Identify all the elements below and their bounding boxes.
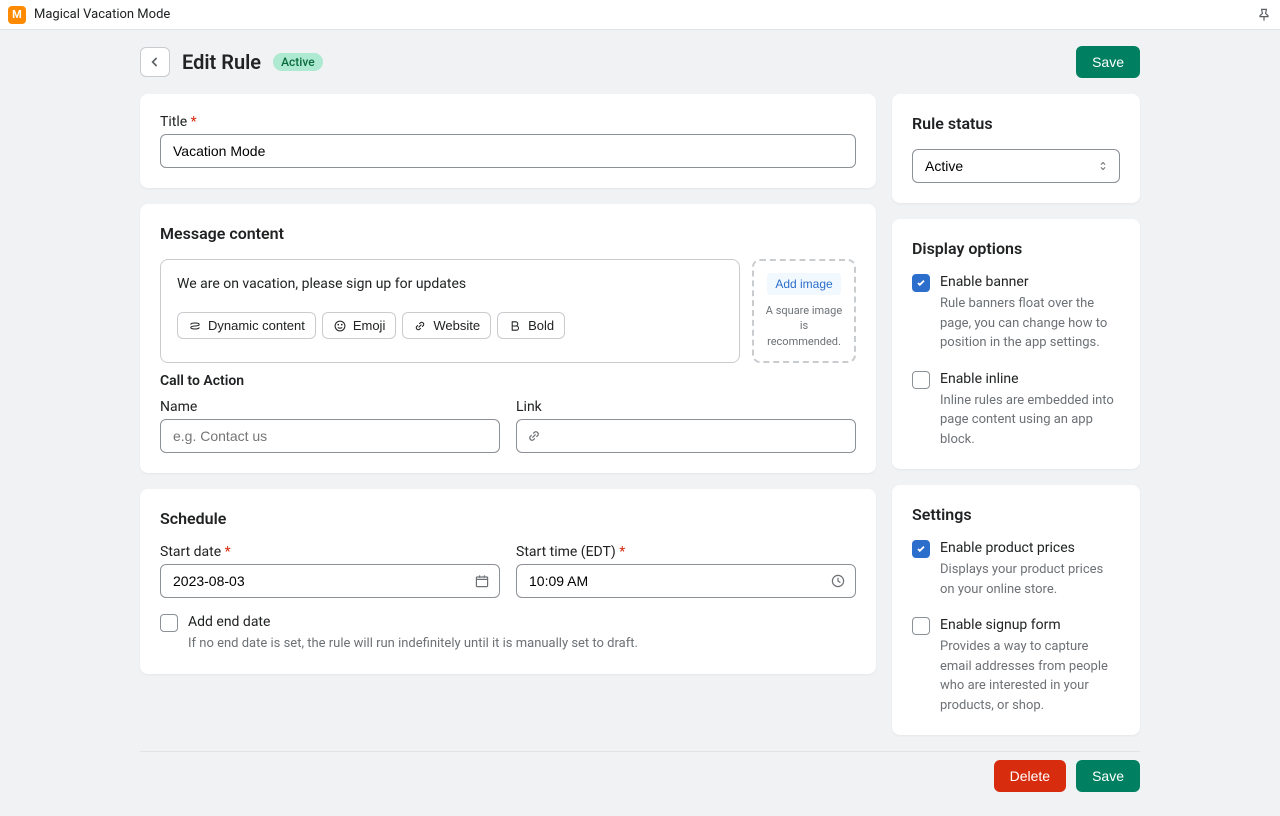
enable-signup-checkbox[interactable] (912, 617, 930, 635)
app-icon: M (8, 6, 26, 24)
cta-link-input[interactable] (516, 419, 856, 453)
app-title: Magical Vacation Mode (34, 7, 170, 22)
bold-button[interactable]: Bold (497, 312, 565, 339)
start-date-input[interactable] (160, 564, 500, 598)
save-button-top[interactable]: Save (1076, 46, 1140, 78)
page-title: Edit Rule (182, 50, 261, 74)
enable-banner-label: Enable banner (940, 274, 1120, 290)
enable-banner-checkbox[interactable] (912, 274, 930, 292)
website-button[interactable]: Website (402, 312, 491, 339)
page-header: Edit Rule Active Save (140, 46, 1140, 78)
settings-heading: Settings (912, 505, 1120, 524)
calendar-icon[interactable] (474, 573, 490, 589)
display-options-card: Display options Enable banner Rule banne… (892, 219, 1140, 469)
emoji-button[interactable]: Emoji (322, 312, 397, 339)
image-hint: A square image is recommended. (762, 303, 846, 349)
clock-icon[interactable] (830, 573, 846, 589)
check-icon (915, 543, 927, 555)
message-heading: Message content (160, 224, 856, 243)
schedule-card: Schedule Start date * Start time (EDT) * (140, 489, 876, 674)
message-text[interactable]: We are on vacation, please sign up for u… (177, 276, 723, 292)
enable-prices-label: Enable product prices (940, 540, 1120, 556)
enable-prices-checkbox[interactable] (912, 540, 930, 558)
add-end-date-checkbox[interactable] (160, 614, 178, 632)
cta-heading: Call to Action (160, 373, 856, 389)
dynamic-content-button[interactable]: Dynamic content (177, 312, 316, 339)
message-card: Message content We are on vacation, plea… (140, 204, 876, 473)
message-editor[interactable]: We are on vacation, please sign up for u… (160, 259, 740, 363)
enable-banner-desc: Rule banners float over the page, you ca… (940, 294, 1120, 353)
image-dropzone[interactable]: Add image A square image is recommended. (752, 259, 856, 363)
rule-status-select[interactable] (912, 149, 1120, 183)
cta-link-label: Link (516, 399, 856, 415)
save-button-bottom[interactable]: Save (1076, 760, 1140, 792)
enable-inline-desc: Inline rules are embedded into page cont… (940, 391, 1120, 450)
add-end-date-desc: If no end date is set, the rule will run… (188, 634, 856, 654)
link-icon (413, 319, 427, 333)
rule-status-card: Rule status (892, 94, 1140, 203)
dynamic-icon (188, 319, 202, 333)
title-card: Title * (140, 94, 876, 188)
enable-prices-desc: Displays your product prices on your onl… (940, 560, 1120, 599)
add-end-date-label: Add end date (188, 614, 856, 630)
pin-icon[interactable] (1256, 7, 1272, 23)
title-label: Title * (160, 114, 856, 130)
enable-inline-checkbox[interactable] (912, 371, 930, 389)
start-time-input[interactable] (516, 564, 856, 598)
enable-signup-label: Enable signup form (940, 617, 1120, 633)
settings-card: Settings Enable product prices Displays … (892, 485, 1140, 735)
delete-button[interactable]: Delete (994, 760, 1066, 792)
link-icon (526, 428, 542, 444)
start-date-label: Start date * (160, 544, 500, 560)
enable-signup-desc: Provides a way to capture email addresse… (940, 637, 1120, 715)
emoji-icon (333, 319, 347, 333)
display-options-heading: Display options (912, 239, 1120, 258)
title-input[interactable] (160, 134, 856, 168)
status-badge: Active (273, 53, 323, 71)
bold-icon (508, 319, 522, 333)
add-image-button[interactable]: Add image (767, 273, 840, 295)
cta-name-input[interactable] (160, 419, 500, 453)
cta-name-label: Name (160, 399, 500, 415)
topbar: M Magical Vacation Mode (0, 0, 1280, 30)
back-button[interactable] (140, 47, 170, 77)
arrow-left-icon (147, 54, 163, 70)
schedule-heading: Schedule (160, 509, 856, 528)
rule-status-heading: Rule status (912, 114, 1120, 133)
check-icon (915, 277, 927, 289)
enable-inline-label: Enable inline (940, 371, 1120, 387)
footer-actions: Delete Save (140, 751, 1140, 792)
start-time-label: Start time (EDT) * (516, 544, 856, 560)
